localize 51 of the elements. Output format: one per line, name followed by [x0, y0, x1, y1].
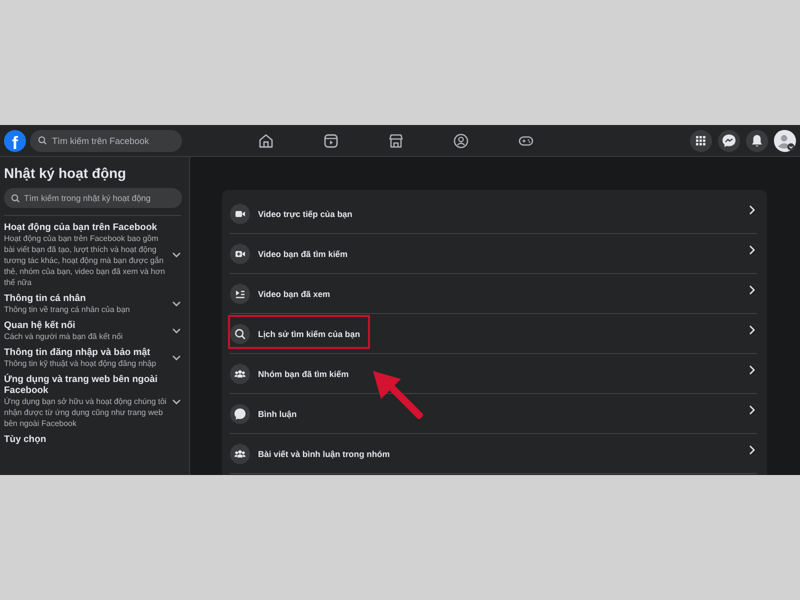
section-description: Ứng dụng bạn sở hữu và hoạt động chúng tôi nhận được từ ứng dụng cũng như trang web bên ngoài Facebook — [4, 396, 168, 429]
chevron-right-icon[interactable] — [749, 404, 755, 414]
section-title[interactable]: Ứng dụng và trang web bên ngoài Facebook — [4, 374, 168, 396]
search-field[interactable]: Tìm kiếm trên Facebook — [30, 130, 182, 152]
video-list-icon — [230, 284, 250, 304]
chevron-right-icon[interactable] — [749, 244, 755, 254]
video-camera-plus-icon — [230, 244, 250, 264]
section-title[interactable]: Quan hệ kết nối — [4, 320, 168, 331]
search-input[interactable]: Tìm kiếm trong nhật ký hoạt động — [24, 193, 174, 203]
section-description: Thông tin về trang cá nhân của bạn — [4, 304, 131, 315]
video-camera-icon — [230, 204, 250, 224]
section-title[interactable]: Hoạt động của bạn trên Facebook — [4, 222, 168, 233]
chevron-right-icon[interactable] — [749, 284, 755, 294]
menu-item[interactable]: Nhóm bạn đã tìm kiếm — [258, 368, 741, 380]
chevron-down-icon[interactable] — [172, 252, 181, 258]
section-description: Hoạt động của bạn trên Facebook bao gồm bài viết bạn đã tạo, lượt thích và hoạt động tương tác khác, hoạt động mà bạn được gắn thẻ, nhóm của bạn, video bạn đã xem và hơn thế nữa — [4, 233, 166, 288]
menu-item[interactable]: Bình luận — [258, 408, 741, 420]
chevron-right-icon[interactable] — [749, 204, 755, 214]
menu-item[interactable]: Video bạn đã xem — [258, 288, 741, 300]
section-title[interactable]: Thông tin đăng nhập và bảo mật — [4, 347, 168, 358]
menu-item[interactable]: Video trực tiếp của bạn — [258, 208, 741, 220]
section-title[interactable]: Tùy chọn — [4, 434, 181, 445]
search-icon — [38, 136, 47, 145]
people-circle-icon[interactable] — [452, 132, 470, 150]
menu-item[interactable]: Lịch sử tìm kiếm của bạn — [258, 328, 741, 340]
menu-item[interactable]: Bài viết và bình luận trong nhóm — [258, 448, 741, 460]
facebook-logo[interactable]: f — [4, 130, 26, 152]
chevron-right-icon[interactable] — [749, 324, 755, 334]
home-icon[interactable] — [257, 132, 275, 150]
chevron-down-icon[interactable] — [172, 355, 181, 361]
search-input[interactable]: Tìm kiếm trên Facebook — [52, 136, 172, 146]
search-icon — [230, 324, 250, 344]
people-icon — [230, 444, 250, 464]
page-title: Nhật ký hoạt động — [4, 164, 126, 182]
section-title[interactable]: Thông tin cá nhân — [4, 293, 168, 304]
chevron-right-icon[interactable] — [749, 444, 755, 454]
section-description: Cách và người mà bạn đã kết nối — [4, 331, 124, 342]
people-icon — [230, 364, 250, 384]
section-description: Thông tin kỹ thuật và hoạt động đăng nhập — [4, 358, 158, 369]
store-icon[interactable] — [387, 132, 405, 150]
annotation-arrow — [373, 371, 422, 418]
avatar-icon[interactable] — [774, 130, 796, 152]
search-icon — [11, 194, 20, 202]
video-icon[interactable] — [322, 132, 340, 150]
chevron-down-icon[interactable] — [172, 328, 181, 334]
chevron-right-icon[interactable] — [749, 364, 755, 374]
chevron-down-icon[interactable] — [172, 398, 181, 404]
search-field[interactable]: Tìm kiếm trong nhật ký hoạt động — [4, 188, 182, 208]
speech-bubble-icon — [230, 404, 250, 424]
menu-item[interactable]: Video bạn đã tìm kiếm — [258, 248, 741, 260]
chevron-down-icon[interactable] — [172, 301, 181, 307]
